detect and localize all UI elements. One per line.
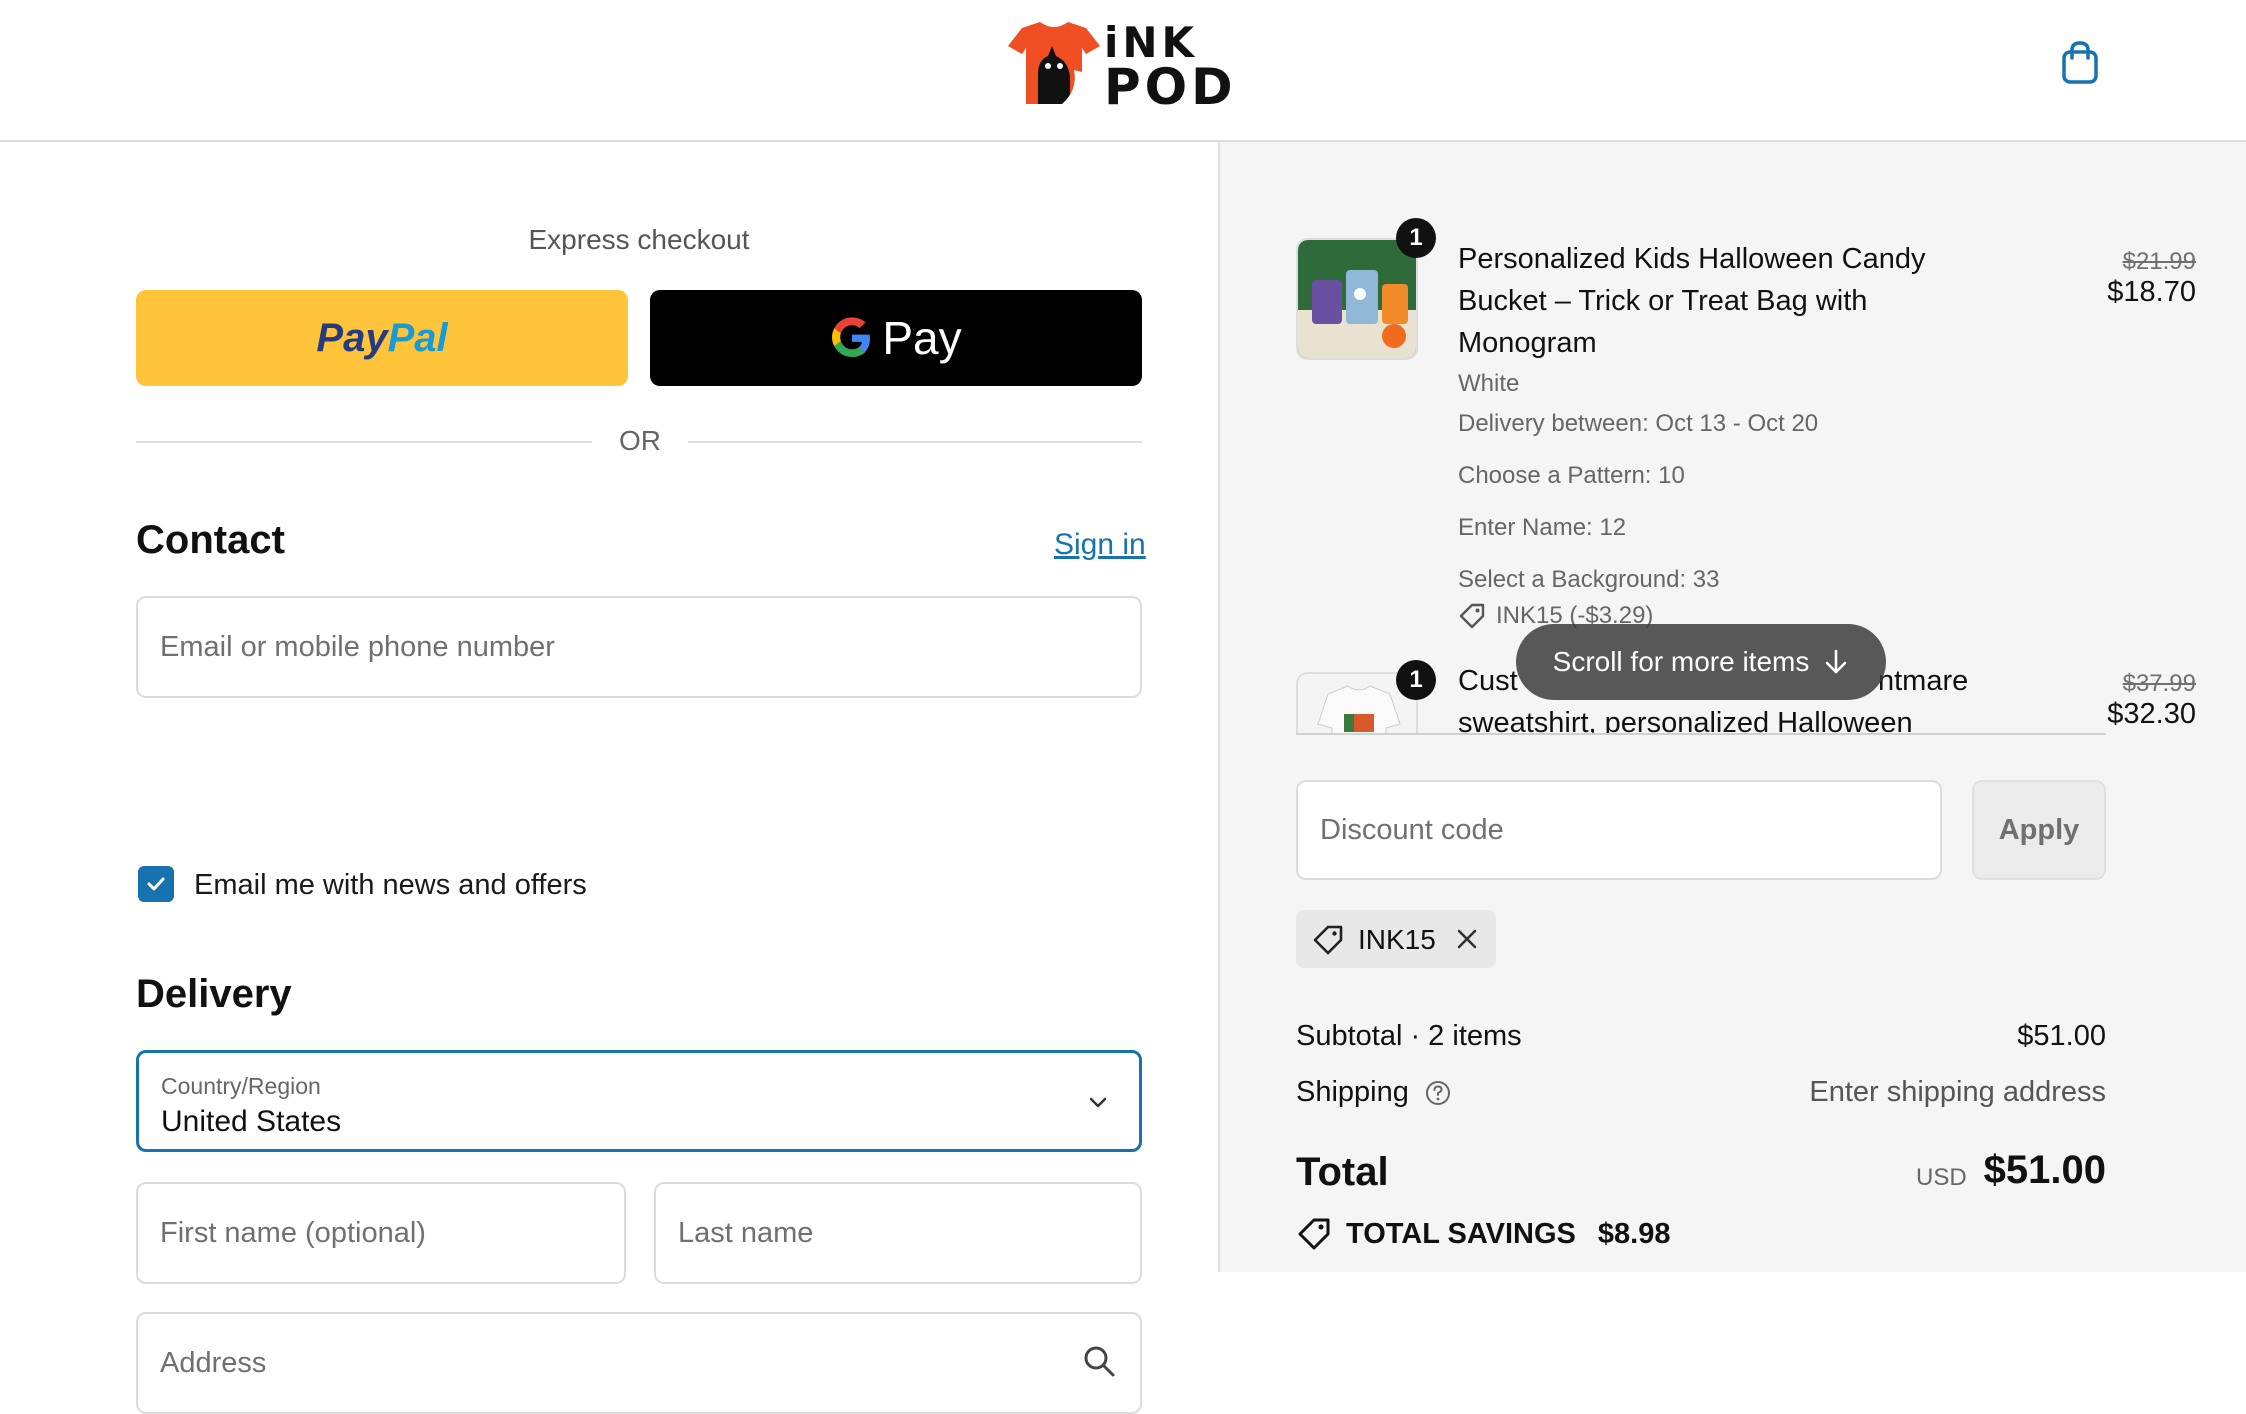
subtotal-label: Subtotal · 2 items [1296, 1020, 1522, 1052]
tag-icon [1313, 925, 1343, 955]
product-title-end: ntmare [1878, 665, 1969, 697]
first-name-field[interactable] [136, 1182, 626, 1284]
compare-price: $21.99 [2122, 248, 2196, 275]
or-divider-text: OR [619, 425, 661, 456]
order-summary: 1 Personalized Kids Halloween Candy Buck… [1218, 142, 2246, 1272]
total-value: $51.00 [1983, 1148, 2106, 1192]
product-variant: White [1458, 370, 1520, 397]
checkout-form: Express checkout PayPal Pay OR Contact S… [0, 142, 1218, 1414]
country-label: Country/Region [161, 1073, 321, 1099]
product-option: Enter Name: 12 [1458, 514, 1627, 541]
quantity-badge: 1 [1396, 218, 1436, 258]
savings-label: TOTAL SAVINGS [1346, 1217, 1576, 1250]
google-pay-button[interactable]: Pay [650, 290, 1142, 386]
shipping-row: Shipping Enter shipping address [1296, 1076, 2106, 1109]
quantity-badge: 1 [1396, 660, 1436, 700]
scroll-hint-label: Scroll for more items [1552, 646, 1810, 677]
product-option: Select a Background: 33 [1458, 566, 1720, 593]
google-pay-label: Pay [882, 312, 962, 364]
total-currency: USD [1916, 1164, 1967, 1191]
product-title: Personalized Kids Halloween Candy Bucket… [1458, 243, 1926, 359]
logo-shirt-icon [1008, 22, 1100, 104]
arrow-down-icon [1826, 649, 1847, 674]
newsletter-label: Email me with news and offers [194, 869, 587, 901]
sign-in-link[interactable]: Sign in [1054, 528, 1146, 562]
newsletter-checkbox[interactable] [138, 866, 174, 902]
logo-text-pod: POD [1104, 58, 1237, 116]
applied-code-chip: INK15 [1296, 910, 1496, 968]
product-option: Choose a Pattern: 10 [1458, 462, 1685, 489]
divider-right [688, 441, 1142, 443]
close-icon[interactable] [1454, 926, 1480, 952]
total-savings: TOTAL SAVINGS $8.98 [1296, 1216, 1670, 1252]
total-label: Total [1296, 1150, 1389, 1194]
search-icon[interactable] [1082, 1344, 1116, 1378]
product-thumbnail[interactable] [1296, 238, 1418, 360]
applied-code-text: INK15 [1358, 924, 1436, 955]
subtotal-row: Subtotal · 2 items $51.00 [1296, 1020, 2106, 1053]
tag-icon [1459, 603, 1485, 629]
product-price: $18.70 [2107, 276, 2196, 308]
discount-code-input[interactable] [1296, 780, 1942, 880]
email-field[interactable] [136, 596, 1142, 698]
apply-discount-button[interactable]: Apply [1972, 780, 2106, 880]
help-icon[interactable] [1425, 1080, 1451, 1106]
candy-bucket-image [1298, 240, 1416, 358]
compare-price: $37.99 [2122, 670, 2196, 697]
scroll-more-button[interactable]: Scroll for more items [1516, 624, 1886, 700]
google-g-icon [832, 317, 871, 357]
shipping-label: Shipping [1296, 1076, 1409, 1108]
logo[interactable]: iNK POD [1008, 18, 1234, 116]
delivery-heading: Delivery [136, 972, 292, 1016]
address-field[interactable] [136, 1312, 1142, 1414]
paypal-label-pay: Pay [316, 315, 388, 360]
express-checkout-title: Express checkout [528, 224, 750, 255]
product-title-line2: sweatshirt, personalized Halloween [1458, 707, 1913, 734]
savings-tag-icon [1298, 1218, 1330, 1250]
divider-left [136, 441, 592, 443]
chevron-down-icon [1089, 1097, 1107, 1108]
checkmark-icon [147, 877, 165, 891]
paypal-label-pal: Pal [387, 315, 448, 360]
header: iNK POD [0, 0, 2246, 142]
shipping-value: Enter shipping address [1809, 1076, 2106, 1108]
line-item: 1 Personalized Kids Halloween Candy Buck… [1296, 218, 2196, 629]
last-name-field[interactable] [654, 1182, 1142, 1284]
country-value: United States [161, 1105, 342, 1138]
subtotal-value: $51.00 [2017, 1020, 2106, 1052]
product-price: $32.30 [2107, 698, 2196, 730]
paypal-button[interactable]: PayPal [136, 290, 628, 386]
country-select[interactable]: Country/Region United States [136, 1050, 1142, 1152]
savings-value: $8.98 [1597, 1217, 1671, 1250]
delivery-estimate: Delivery between: Oct 13 - Oct 20 [1458, 410, 1819, 437]
contact-heading: Contact [136, 518, 285, 562]
shopping-bag-icon[interactable] [2056, 38, 2104, 86]
items-divider [1296, 733, 2106, 735]
